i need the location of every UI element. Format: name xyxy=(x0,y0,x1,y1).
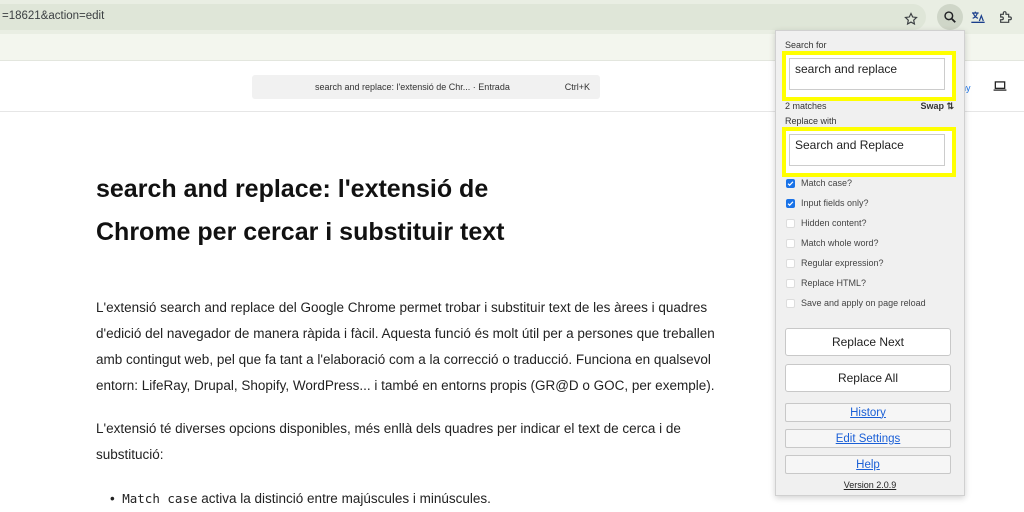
version-link[interactable]: Version 2.0.9 xyxy=(776,480,964,490)
puzzle-icon[interactable] xyxy=(993,4,1019,30)
search-input[interactable]: search and replace xyxy=(789,58,945,90)
option-label: Input fields only? xyxy=(801,198,869,208)
article-paragraph: L'extensió té diverses opcions disponibl… xyxy=(96,421,681,462)
article-paragraph: L'extensió search and replace del Google… xyxy=(96,300,715,393)
option-checkbox[interactable] xyxy=(786,298,795,308)
replace-all-button[interactable]: Replace All xyxy=(785,364,951,392)
option-row[interactable]: Replace HTML? xyxy=(786,276,866,290)
checkmark-icon xyxy=(787,180,794,186)
site-search-bar[interactable]: search and replace: l'extensió de Chr...… xyxy=(252,75,600,99)
star-icon[interactable] xyxy=(904,12,918,26)
replace-input[interactable]: Search and Replace xyxy=(789,134,945,166)
option-checkbox[interactable] xyxy=(786,278,795,288)
option-label: Regular expression? xyxy=(801,258,884,268)
swap-button[interactable]: Swap ⇅ xyxy=(920,101,954,112)
option-row[interactable]: Input fields only? xyxy=(786,196,869,210)
list-item: • Match case activa la distinció entre m… xyxy=(110,486,491,512)
help-link[interactable]: Help xyxy=(785,455,951,474)
edit-settings-link[interactable]: Edit Settings xyxy=(785,429,951,448)
option-checkbox[interactable] xyxy=(786,198,795,208)
inline-code: Match case xyxy=(122,491,198,506)
replace-highlight: Search and Replace xyxy=(782,127,956,177)
laptop-icon[interactable] xyxy=(993,80,1007,92)
search-highlight: search and replace xyxy=(782,51,956,101)
translate-extension-icon[interactable] xyxy=(965,4,991,30)
keyboard-shortcut: Ctrl+K xyxy=(564,82,590,92)
option-label: Match case? xyxy=(801,178,853,188)
option-checkbox[interactable] xyxy=(786,238,795,248)
option-row[interactable]: Match case? xyxy=(786,176,852,190)
article-title: search and replace: l'extensió de Chrome… xyxy=(96,175,505,246)
checkmark-icon xyxy=(787,200,794,206)
option-label: Save and apply on page reload xyxy=(801,298,926,308)
option-label: Hidden content? xyxy=(801,218,867,228)
search-replace-popup: Search for search and replace 2 matches … xyxy=(775,30,965,496)
list-item-text: activa la distinció entre majúscules i m… xyxy=(197,491,491,506)
history-link[interactable]: History xyxy=(785,403,951,422)
site-search-text: search and replace: l'extensió de Chr...… xyxy=(315,82,510,92)
option-checkbox[interactable] xyxy=(786,218,795,228)
url-text[interactable]: =18621&action=edit xyxy=(2,10,104,22)
option-row[interactable]: Hidden content? xyxy=(786,216,867,230)
search-extension-icon[interactable] xyxy=(937,4,963,30)
option-checkbox[interactable] xyxy=(786,258,795,268)
option-label: Match whole word? xyxy=(801,238,879,248)
match-count: 2 matches xyxy=(785,101,827,111)
browser-toolbar: =18621&action=edit xyxy=(0,0,1024,34)
search-for-label: Search for xyxy=(785,40,827,50)
option-row[interactable]: Save and apply on page reload xyxy=(786,296,926,310)
extensions-area xyxy=(935,4,1021,30)
option-checkbox[interactable] xyxy=(786,178,795,188)
option-row[interactable]: Regular expression? xyxy=(786,256,884,270)
option-label: Replace HTML? xyxy=(801,278,867,288)
replace-next-button[interactable]: Replace Next xyxy=(785,328,951,356)
replace-with-label: Replace with xyxy=(785,116,837,126)
bullet-marker: • xyxy=(110,491,123,506)
option-row[interactable]: Match whole word? xyxy=(786,236,879,250)
address-bar[interactable]: =18621&action=edit xyxy=(0,4,926,30)
